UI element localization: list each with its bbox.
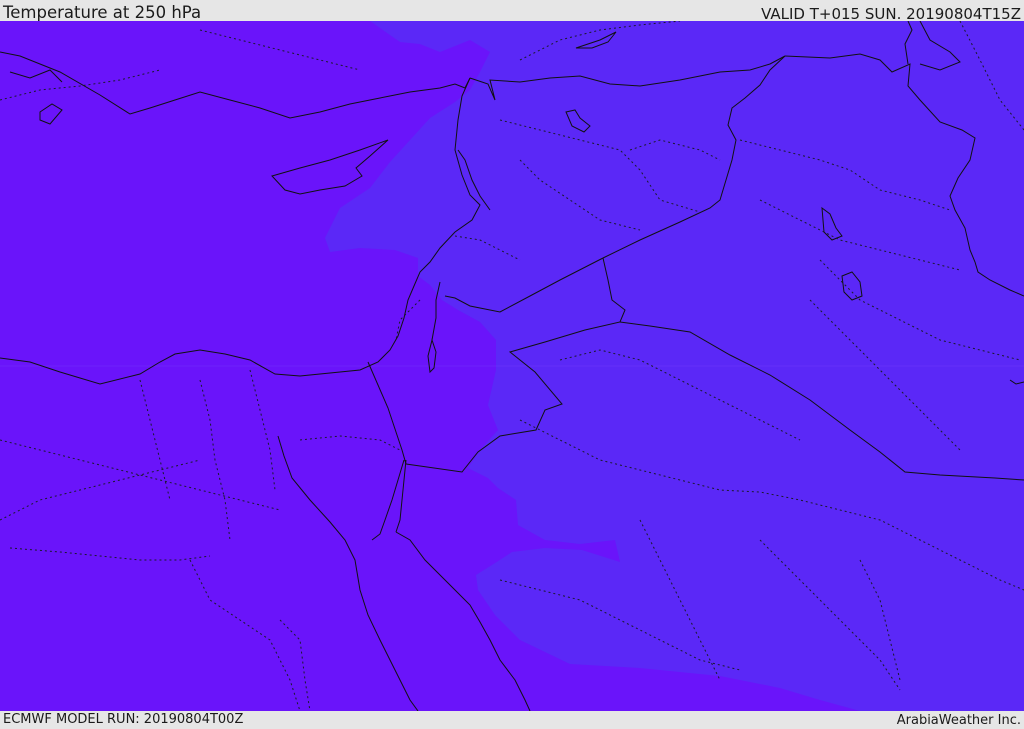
header-bar: Temperature at 250 hPa VALID T+015 SUN. … (0, 0, 1024, 23)
footer-bar: ECMWF MODEL RUN: 20190804T00Z ArabiaWeat… (0, 711, 1024, 729)
credit-label: ArabiaWeather Inc. (896, 713, 1021, 728)
map-title: Temperature at 250 hPa (3, 3, 202, 22)
temperature-map (0, 21, 1024, 711)
map-svg (0, 21, 1024, 711)
model-run-label: ECMWF MODEL RUN: 20190804T00Z (3, 712, 244, 727)
weather-map-page: Temperature at 250 hPa VALID T+015 SUN. … (0, 0, 1024, 729)
